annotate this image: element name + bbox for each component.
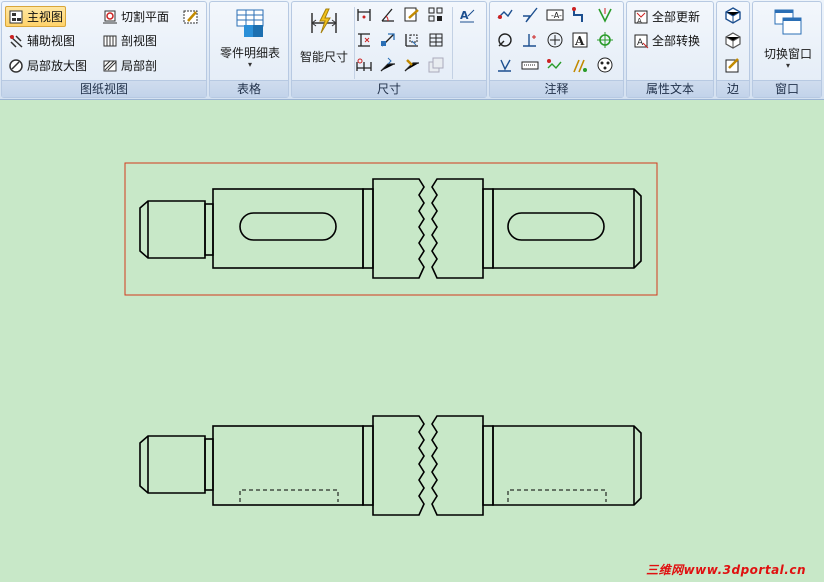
- inactive-dimension-icon[interactable]: [427, 56, 445, 74]
- main-view-button[interactable]: 主视图: [5, 6, 67, 27]
- centerline-icon[interactable]: [596, 31, 614, 49]
- parts-list-label: 零件明细表: [219, 46, 280, 60]
- smart-dimension-icon: [308, 7, 340, 42]
- note-icon[interactable]: A: [571, 31, 589, 49]
- svg-text:-A-: -A-: [551, 11, 562, 20]
- svg-text:A: A: [637, 17, 642, 25]
- switch-window-button[interactable]: 切换窗口 ▾: [755, 6, 821, 70]
- parts-list-button[interactable]: 零件明细表 ▾: [214, 7, 286, 69]
- section-view-label: 剖视图: [121, 34, 158, 48]
- edge-style-icon[interactable]: [724, 56, 742, 74]
- block-icon[interactable]: [596, 56, 614, 74]
- partial-section-button[interactable]: 局部剖: [99, 55, 160, 76]
- svg-text:A: A: [460, 9, 469, 22]
- convert-all-button[interactable]: A 全部转换: [630, 30, 703, 51]
- hole-callout-icon[interactable]: [496, 31, 514, 49]
- section-view-button[interactable]: 剖视图: [99, 30, 160, 51]
- main-view-icon: [8, 9, 24, 25]
- partial-section-icon: [102, 58, 118, 74]
- cosmetic-thread-icon[interactable]: [546, 56, 564, 74]
- group-label-window: 窗口: [753, 80, 821, 97]
- hidden-keyway-line: [507, 489, 607, 502]
- coordinate-dimension-icon[interactable]: [427, 6, 445, 24]
- datum-target-icon[interactable]: [521, 31, 539, 49]
- baseline-dimension-icon[interactable]: [403, 31, 421, 49]
- horizontal-dimension-icon[interactable]: [355, 6, 373, 24]
- chamfer-dimension-icon[interactable]: [403, 56, 421, 74]
- aux-view-icon: [8, 33, 24, 49]
- center-mark-icon[interactable]: [546, 31, 564, 49]
- smart-dimension-button[interactable]: 智能尺寸: [295, 7, 353, 65]
- switch-window-dropdown-icon: ▾: [785, 61, 790, 70]
- text-dimension-icon[interactable]: A: [458, 6, 476, 24]
- hidden-keyway-line: [239, 489, 339, 502]
- group-edge: 边: [716, 1, 750, 98]
- detail-view-icon: [8, 58, 24, 74]
- ordinate-dimension-icon[interactable]: [403, 6, 421, 24]
- group-drawing-views: 主视图 辅助视图 局部放大图 切割平面 剖视图 局部剖 图纸视图: [1, 1, 207, 98]
- hide-edge-icon[interactable]: [724, 31, 742, 49]
- radial-dimension-icon[interactable]: [379, 31, 397, 49]
- drawing-sheet: [124, 162, 658, 516]
- smart-dimension-label: 智能尺寸: [299, 50, 348, 64]
- switch-window-icon: [772, 6, 804, 41]
- group-annotation: -A- A 注释: [489, 1, 624, 98]
- convert-icon: A: [633, 33, 649, 49]
- group-label-table: 表格: [210, 80, 288, 97]
- separator: [452, 7, 453, 79]
- vertical-dimension-icon[interactable]: [355, 31, 373, 49]
- section-view-icon: [102, 33, 118, 49]
- detail-view-label: 局部放大图: [27, 59, 88, 73]
- partial-section-label: 局部剖: [121, 59, 158, 73]
- group-table: 零件明细表 ▾ 表格: [209, 1, 289, 98]
- show-edge-icon[interactable]: [724, 6, 742, 24]
- keyway-slot: [507, 212, 605, 241]
- cut-plane-label: 切割平面: [121, 10, 170, 24]
- detail-view-button[interactable]: 局部放大图: [5, 55, 90, 76]
- svg-text:A: A: [637, 38, 644, 48]
- hole-table-icon[interactable]: [427, 31, 445, 49]
- drawing-canvas[interactable]: 三维网www.3dportal.cn: [0, 100, 824, 582]
- group-dimension: 智能尺寸 A 尺寸: [291, 1, 487, 98]
- pencil-icon: [183, 9, 199, 25]
- cut-plane-button[interactable]: 切割平面: [99, 6, 172, 27]
- group-label-drawing-views: 图纸视图: [2, 80, 206, 97]
- group-label-property-text: 属性文本: [627, 80, 713, 97]
- parts-list-icon: [234, 7, 266, 42]
- group-property-text: A 全部更新 A 全部转换 属性文本: [626, 1, 714, 98]
- update-all-button[interactable]: A 全部更新: [630, 6, 703, 27]
- angle-dimension-icon[interactable]: [379, 6, 397, 24]
- weld-symbol-icon[interactable]: [596, 6, 614, 24]
- area-hatch-icon[interactable]: [571, 56, 589, 74]
- balloon-icon[interactable]: [496, 6, 514, 24]
- surface-finish-icon[interactable]: [521, 6, 539, 24]
- parts-list-dropdown-icon: ▾: [247, 60, 252, 69]
- watermark: 三维网www.3dportal.cn: [646, 563, 806, 577]
- main-view-drawing[interactable]: [124, 162, 658, 296]
- revision-cloud-icon[interactable]: [521, 56, 539, 74]
- group-label-annotation: 注释: [490, 80, 623, 97]
- geometric-tolerance-icon[interactable]: [571, 6, 589, 24]
- group-label-edge: 边: [717, 80, 749, 97]
- convert-all-label: 全部转换: [652, 34, 701, 48]
- chain-dimension-icon[interactable]: [355, 56, 373, 74]
- update-all-label: 全部更新: [652, 10, 701, 24]
- datum-feature-icon[interactable]: -A-: [546, 6, 564, 24]
- aux-view-label: 辅助视图: [27, 34, 76, 48]
- leader-dimension-icon[interactable]: [379, 56, 397, 74]
- aux-view-button[interactable]: 辅助视图: [5, 30, 78, 51]
- group-label-dimension: 尺寸: [292, 80, 486, 97]
- partial-section-drawing[interactable]: [139, 415, 642, 516]
- sketch-edit-button[interactable]: [180, 6, 202, 27]
- switch-window-label: 切换窗口: [763, 47, 812, 61]
- cut-plane-icon: [102, 9, 118, 25]
- group-window: 切换窗口 ▾ 窗口: [752, 1, 822, 98]
- tolerance-icon[interactable]: [496, 56, 514, 74]
- keyway-slot: [239, 212, 337, 241]
- update-icon: A: [633, 9, 649, 25]
- ribbon-toolbar: 主视图 辅助视图 局部放大图 切割平面 剖视图 局部剖 图纸视图 零件明细表 ▾…: [0, 0, 824, 100]
- main-view-label: 主视图: [27, 10, 64, 24]
- svg-text:A: A: [574, 34, 585, 48]
